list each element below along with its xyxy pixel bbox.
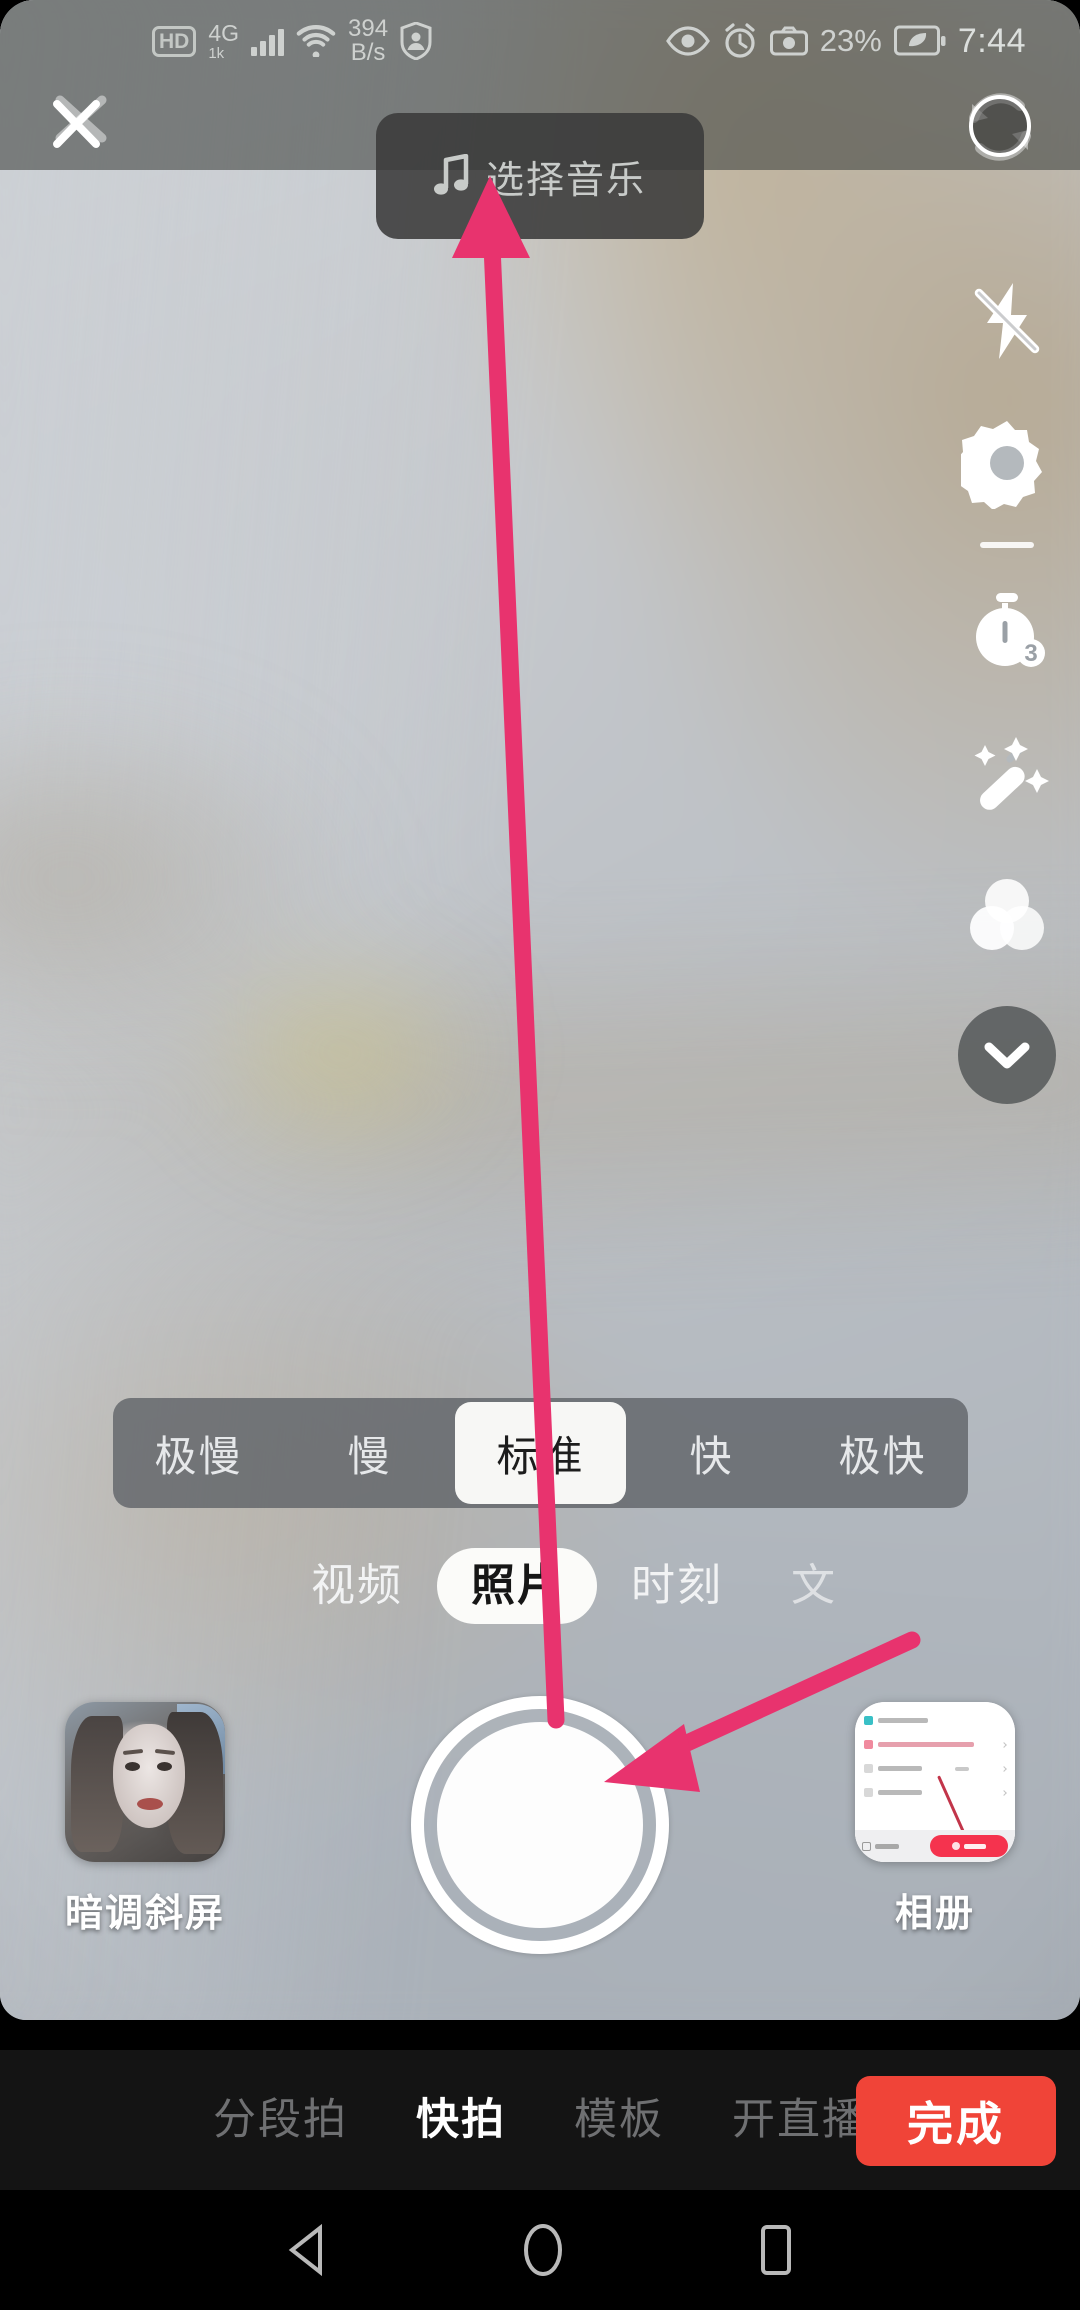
album-thumb-text — [878, 1790, 922, 1795]
album-thumb-icon-advanced — [864, 1788, 873, 1797]
album-thumb-row-4 — [864, 1788, 1007, 1797]
speed-option-ultraslow[interactable]: 极慢 — [113, 1398, 284, 1508]
status-bar-right: 23% 7:44 — [665, 21, 1026, 61]
album-label: 相册 — [894, 1893, 975, 1935]
status-bar: HD 4G 1k 394 B/s 23% 7:44 — [0, 0, 1080, 82]
capture-mode-selector[interactable]: 视频 照片 时刻 文 — [0, 1538, 1080, 1634]
alarm-icon — [725, 23, 755, 58]
speed-option-ultrafast[interactable]: 极快 — [797, 1398, 968, 1508]
wifi-icon — [296, 25, 336, 57]
thumb-lips — [137, 1798, 163, 1810]
speed-selector[interactable]: 极慢 慢 标准 快 极快 — [113, 1398, 968, 1508]
account-shield-icon — [400, 22, 432, 60]
flip-camera-icon[interactable] — [948, 74, 1052, 178]
beauty-wand-icon[interactable] — [954, 720, 1060, 826]
thumb-eye-left — [125, 1762, 140, 1771]
home-circle-icon[interactable] — [520, 2222, 566, 2278]
select-music-label: 选择音乐 — [485, 159, 646, 202]
camera-tools-sidebar: 3 — [934, 268, 1080, 1104]
album-thumb-chevron — [1001, 1789, 1007, 1796]
speed-option-standard[interactable]: 标准 — [455, 1402, 626, 1504]
album-thumb-text — [878, 1718, 928, 1723]
mode-photo[interactable]: 照片 — [437, 1548, 597, 1624]
tools-divider — [980, 542, 1034, 548]
settings-gear-icon[interactable] — [954, 410, 1060, 516]
mode-video[interactable]: 视频 — [277, 1564, 437, 1608]
thumb-face — [113, 1724, 185, 1828]
effect-preset-label: 暗调斜屏 — [64, 1893, 225, 1935]
select-music-button[interactable]: 选择音乐 — [376, 113, 704, 239]
album-thumb-sheet — [855, 1702, 1015, 1862]
tab-segmented-capture[interactable]: 分段拍 — [179, 2098, 382, 2142]
timer-icon[interactable]: 3 — [954, 578, 1060, 684]
battery-percent: 23% — [819, 23, 882, 58]
phone-screen: HD 4G 1k 394 B/s 23% 7:44 选择音乐 3 极慢 慢 标准… — [0, 0, 1080, 2310]
mode-moment[interactable]: 时刻 — [597, 1564, 757, 1608]
network-type: 4G 1k — [208, 19, 240, 62]
flash-off-icon[interactable] — [954, 268, 1060, 374]
shutter-button-inner — [437, 1722, 643, 1928]
album-thumb-row-3 — [864, 1764, 1007, 1773]
svg-text:3: 3 — [1024, 640, 1037, 667]
tab-template[interactable]: 模板 — [540, 2098, 698, 2142]
back-triangle-icon[interactable] — [284, 2224, 330, 2276]
screenshot-camera-icon — [769, 26, 808, 56]
album-thumb-text — [878, 1766, 922, 1771]
chevron-down-icon[interactable] — [958, 1006, 1056, 1104]
close-icon[interactable] — [38, 76, 124, 162]
album-thumb-icon-sync — [864, 1764, 873, 1773]
album-thumb-row-1 — [864, 1716, 1006, 1725]
album-thumb-chevron — [1001, 1765, 1007, 1772]
speed-option-fast[interactable]: 快 — [626, 1398, 797, 1508]
album-thumbnail[interactable] — [855, 1702, 1015, 1862]
thumb-eye-right — [157, 1762, 172, 1771]
capture-controls-row: 暗调斜屏 相册 — [0, 1690, 1080, 2020]
filters-icon[interactable] — [954, 862, 1060, 968]
bottom-tab-bar: 分段拍 快拍 模板 开直播 完成 — [0, 2050, 1080, 2190]
album-thumb-icon-lock — [864, 1740, 873, 1749]
album-thumb-text — [878, 1742, 974, 1747]
data-speed-icon: 394 B/s — [348, 14, 389, 66]
hd-badge: HD — [152, 25, 197, 57]
done-button[interactable]: 完成 — [856, 2076, 1056, 2166]
shutter-button[interactable] — [411, 1696, 669, 1954]
album-thumb-chevron — [1001, 1741, 1007, 1748]
album-thumb-action-bar — [855, 1830, 1015, 1862]
album-thumb-save-button — [862, 1841, 899, 1851]
effect-preset-button[interactable]: 暗调斜屏 — [30, 1702, 260, 1937]
battery-saver-icon — [893, 25, 946, 56]
speed-option-slow[interactable]: 慢 — [284, 1398, 455, 1508]
album-thumb-publish-button — [930, 1835, 1008, 1857]
system-nav-bar — [0, 2190, 1080, 2310]
album-button[interactable]: 相册 — [820, 1702, 1050, 1937]
music-note-icon — [433, 154, 469, 195]
eye-comfort-icon — [665, 26, 710, 56]
album-thumb-value — [955, 1766, 969, 1771]
status-bar-left: HD 4G 1k 394 B/s — [152, 14, 432, 66]
album-thumb-icon-mini — [864, 1716, 873, 1725]
camera-top-bar: 选择音乐 — [0, 82, 1080, 239]
tab-quick-capture[interactable]: 快拍 — [382, 2098, 540, 2142]
album-thumb-row-2 — [864, 1740, 1007, 1749]
status-clock: 7:44 — [957, 21, 1026, 60]
recents-square-icon[interactable] — [756, 2224, 796, 2276]
mode-text[interactable]: 文 — [757, 1564, 837, 1608]
effect-preset-thumbnail[interactable] — [65, 1702, 225, 1862]
signal-bars-icon — [251, 26, 285, 56]
